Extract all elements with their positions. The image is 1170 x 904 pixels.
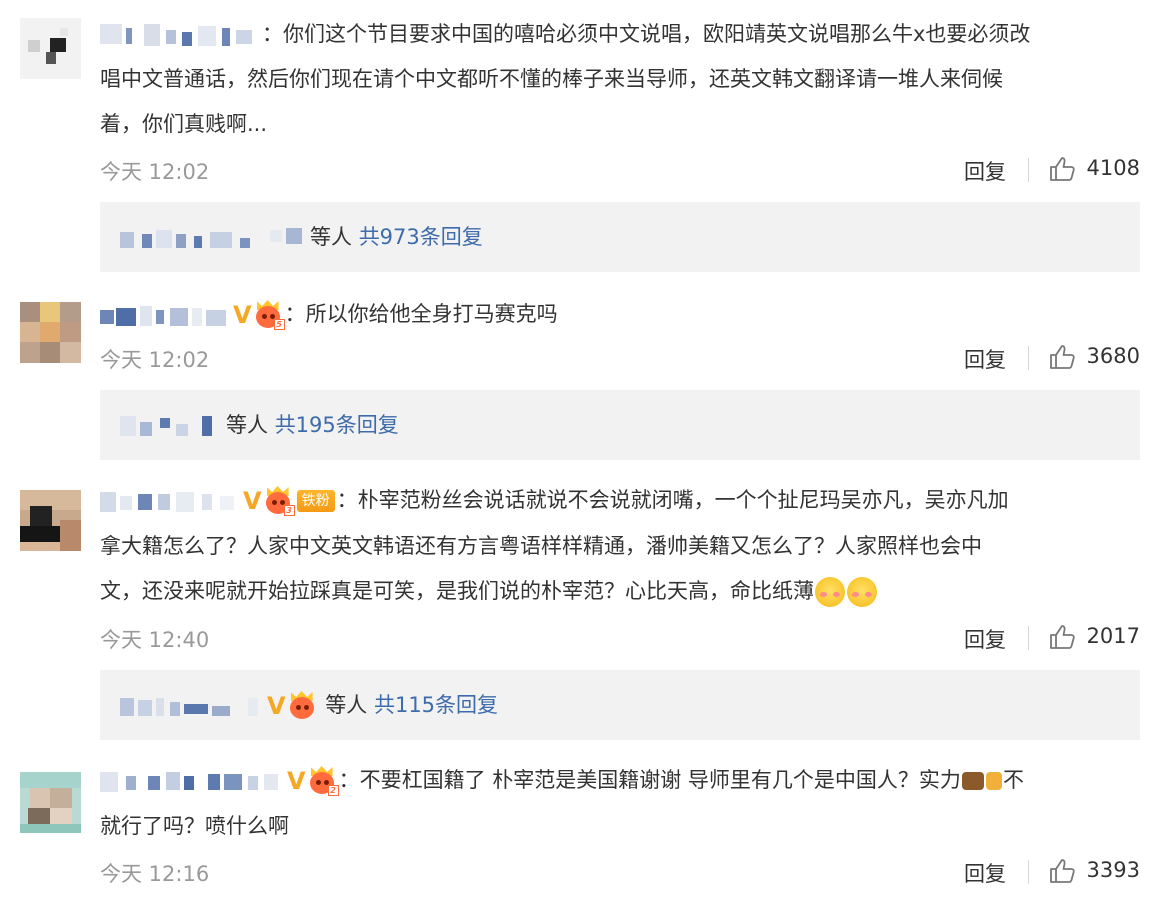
comment-text: 就行了吗？喷什么啊 (100, 813, 289, 838)
divider (1028, 860, 1029, 884)
beer-emoji-icon (985, 772, 1002, 790)
comment-meta: 今天 12:16 回复 3393 (100, 852, 1140, 892)
timestamp: 今天 12:02 (100, 160, 210, 184)
avatar[interactable] (20, 18, 81, 79)
comment-text: 不 (1002, 768, 1024, 792)
crown-level-icon: 3 (264, 486, 295, 516)
v-badge-icon: V (287, 766, 306, 795)
v-badge-icon: V (233, 300, 252, 329)
divider (1028, 346, 1029, 370)
avatar[interactable] (20, 490, 81, 551)
username-pixelated[interactable] (100, 300, 230, 330)
avatar[interactable] (20, 302, 81, 363)
username-pixelated[interactable] (100, 20, 260, 50)
divider (1028, 158, 1029, 182)
comment-meta: 今天 12:02 回复 3680 (100, 338, 1140, 378)
reply-suffix: 等人 (325, 693, 368, 717)
reply-count-link[interactable]: 共973条回复 (359, 225, 483, 249)
comment-text: 不要杠国籍了 朴宰范是美国籍谢谢 导师里有几个是中国人？实力 (359, 768, 961, 792)
cow-emoji-icon (961, 772, 984, 790)
fan-badge: 铁粉 (296, 490, 335, 512)
sub-replies-panel[interactable]: V 等人 共115条回复 (100, 670, 1140, 740)
reply-count-link[interactable]: 共195条回复 (275, 413, 399, 437)
v-badge-icon: V (243, 486, 262, 515)
thumbs-up-icon[interactable] (1048, 155, 1076, 183)
sub-replies-panel[interactable]: 等人 共195条回复 (100, 390, 1140, 460)
v-badge-icon: V (267, 692, 286, 720)
reply-suffix: 等人 (226, 413, 268, 437)
comment-body: ：你们这个节目要求中国的嘻哈必须中文说唱，欧阳靖英文说唱那么牛x也要必须改 唱中… (100, 12, 1140, 147)
comment-text: 文，还没来呢就开始拉踩真是可笑，是我们说的朴宰范？心比天高，命比纸薄 (100, 578, 814, 603)
crown-level-icon: 5 (254, 300, 285, 330)
reply-suffix: 等人 (310, 225, 352, 249)
avatar[interactable] (20, 772, 81, 833)
comment-body: V 3 铁粉 ：朴宰范粉丝会说话就说不会说就闭嘴，一个个扯尼玛吴亦凡，吴亦凡加 拿大籍… (100, 478, 1140, 614)
comment-meta: 今天 12:40 回复 2017 (100, 618, 1140, 658)
thumbs-up-icon[interactable] (1048, 623, 1076, 651)
thumbs-up-icon[interactable] (1048, 343, 1076, 371)
sub-replies-panel[interactable]: 等人 共973条回复 (100, 202, 1140, 272)
like-count: 4108 (1086, 156, 1140, 180)
timestamp: 今天 12:16 (100, 862, 210, 886)
reply-button[interactable]: 回复 (964, 156, 1006, 186)
separator: ： (336, 488, 358, 512)
comment-text: 唱中文普通话，然后你们现在请个中文都听不懂的棒子来当导师，还英文韩文翻译请一堆人… (100, 67, 1003, 91)
comment-body: V 2 ：不要杠国籍了 朴宰范是美国籍谢谢 导师里有几个是中国人？实力 不 就行了吗？… (100, 758, 1140, 849)
thumbs-up-icon[interactable] (1048, 857, 1076, 885)
like-count: 3680 (1086, 344, 1140, 368)
username-pixelated[interactable] (100, 766, 284, 796)
divider (1028, 626, 1029, 650)
crown-level-icon: 2 (308, 766, 339, 796)
reply-usernames-pixelated (120, 224, 310, 252)
comment-text: 着，你们真贱啊... (100, 112, 268, 136)
comment-body: V 5 ：所以你给他全身打马赛克吗 (100, 292, 1140, 338)
reply-button[interactable]: 回复 (964, 344, 1006, 374)
comment-text: 朴宰范粉丝会说话就说不会说就闭嘴，一个个扯尼玛吴亦凡，吴亦凡加 (357, 488, 1009, 512)
separator: ： (338, 768, 360, 792)
blush-emoji-icon (847, 576, 877, 607)
timestamp: 今天 12:40 (100, 628, 210, 652)
reply-button[interactable]: 回复 (964, 624, 1006, 654)
reply-button[interactable]: 回复 (964, 858, 1006, 888)
comment-meta: 今天 12:02 回复 4108 (100, 150, 1140, 190)
blush-emoji-icon (815, 576, 845, 607)
reply-usernames-pixelated (120, 412, 226, 440)
comment-text: 你们这个节目要求中国的嘻哈必须中文说唱，欧阳靖英文说唱那么牛x也要必须改 (283, 22, 1031, 46)
comment-text: 所以你给他全身打马赛克吗 (305, 302, 558, 326)
crown-level-icon (288, 691, 318, 721)
username-pixelated[interactable] (100, 486, 240, 516)
reply-usernames-pixelated (120, 692, 266, 720)
separator: ： (262, 22, 283, 46)
timestamp: 今天 12:02 (100, 348, 210, 372)
separator: ： (284, 302, 306, 326)
like-count: 3393 (1086, 858, 1140, 882)
reply-count-link[interactable]: 共115条回复 (374, 693, 498, 717)
comment-text: 拿大籍怎么了？人家中文英文韩语还有方言粤语样样精通，潘帅美籍又怎么了？人家照样也… (100, 533, 982, 558)
like-count: 2017 (1086, 624, 1140, 648)
